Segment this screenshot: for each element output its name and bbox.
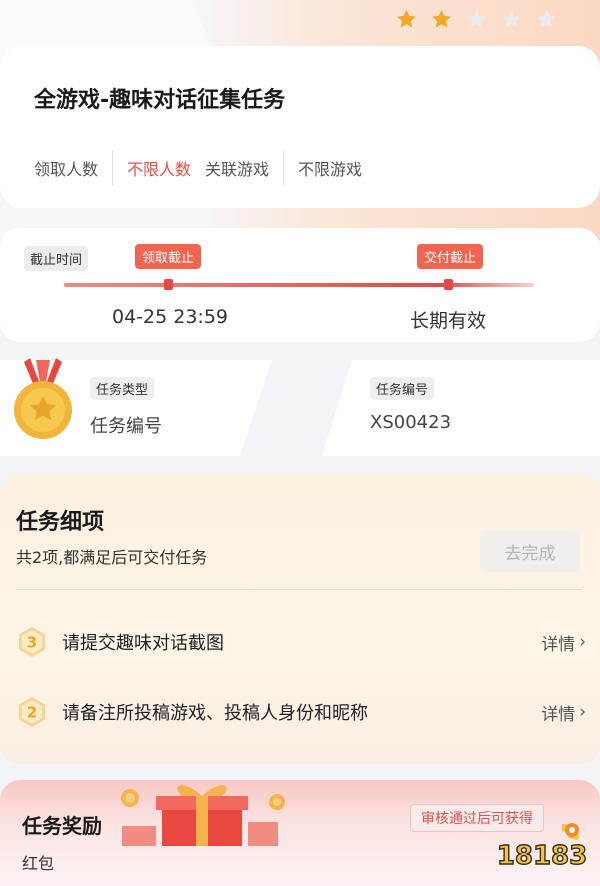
divider [283,150,285,186]
complete-button[interactable]: 去完成 [480,530,580,572]
reward-value: 红包 [22,854,55,873]
deadline-label: 截止时间 [24,246,89,271]
svg-text:2: 2 [27,704,37,722]
task-type-label: 任务类型 [90,377,155,400]
number-badge-icon: 2 [16,696,48,728]
claim-count-value: 不限人数 [127,160,192,179]
task-item-text: 请提交趣味对话截图 [62,633,224,654]
task-item-detail-link[interactable]: 详情 › [541,630,586,655]
medal-icon [10,356,76,444]
deadline-card: 截止时间 领取截止 交付截止 04-25 23:59 长期有效 [0,228,600,342]
related-game-label: 关联游戏 [205,160,270,179]
divider [112,150,114,186]
task-details-card: 任务细项 共2项,都满足后可交付任务 去完成 3 请提交趣味对话截图 详情 › … [0,474,600,764]
difficulty-stars [395,8,558,31]
task-id-label: 任务编号 [370,377,435,400]
task-item[interactable]: 3 请提交趣味对话截图 详情 › [16,622,586,662]
star-icon [500,8,523,31]
submit-deadline-value: 长期有效 [410,310,487,332]
star-icon [535,8,558,31]
gift-box-icon [112,776,292,846]
details-title: 任务细项 [16,510,105,535]
star-icon [395,8,418,31]
details-subtitle: 共2项,都满足后可交付任务 [16,548,208,567]
task-header-card: 全游戏-趣味对话征集任务 领取人数 不限人数 关联游戏 不限游戏 [0,46,600,208]
submit-deadline-chip: 交付截止 [417,244,484,269]
chevron-right-icon: › [579,702,586,722]
task-item[interactable]: 2 请备注所投稿游戏、投稿人身份和昵称 详情 › [16,692,586,732]
task-id-card [322,360,600,456]
chevron-right-icon: › [579,632,586,652]
watermark-logo: 18183 [492,818,592,878]
reward-title: 任务奖励 [22,814,102,838]
claim-deadline-chip: 领取截止 [135,244,202,269]
number-badge-icon: 3 [16,626,48,658]
submit-deadline-marker [444,279,453,290]
related-game-value: 不限游戏 [298,160,363,179]
svg-text:18183: 18183 [497,841,587,871]
claim-count-label: 领取人数 [34,160,99,179]
star-icon [465,8,488,31]
task-item-text: 请备注所投稿游戏、投稿人身份和昵称 [62,703,368,724]
claim-deadline-value: 04-25 23:59 [112,306,229,328]
star-icon [430,8,453,31]
deadline-timeline [64,283,534,287]
task-id-value: XS00423 [370,412,452,433]
svg-text:3: 3 [27,634,37,652]
task-meta-row: 领取人数 不限人数 关联游戏 不限游戏 [34,150,362,186]
task-type-value: 任务编号 [90,416,162,437]
details-divider [16,589,582,590]
task-item-detail-link[interactable]: 详情 › [541,700,586,725]
task-title: 全游戏-趣味对话征集任务 [34,88,286,113]
claim-deadline-marker [164,279,173,290]
